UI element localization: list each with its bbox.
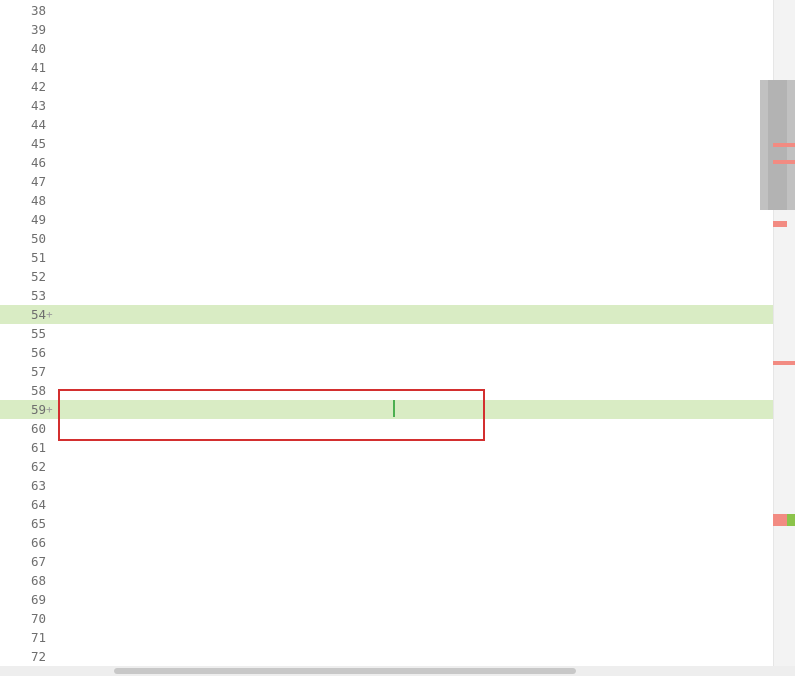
line-number: 44 xyxy=(30,117,46,132)
line-number: 38 xyxy=(30,3,46,18)
line-number: 65 xyxy=(30,516,46,531)
code-line[interactable]: 44L_PTX0x21// TPLL发送 xyxy=(0,115,773,134)
line-number: 64 xyxy=(30,497,46,512)
line-number: 45 xyxy=(30,136,46,151)
line-number: 51 xyxy=(30,250,46,265)
code-line[interactable]: 62 protection is enabled by default in S… xyxy=(0,457,773,476)
code-line[interactable]: 41_FSK_TX0x15// 通用FSK发送 xyxy=(0,58,773,77)
line-number: 48 xyxy=(30,193,46,208)
code-editor[interactable]: 38_FSK_SRX2TX0x1239_FSK_STX0x1340_FSK_ST… xyxy=(0,0,773,666)
line-number: 41 xyxy=(30,60,46,75)
code-line[interactable]: 55 xyxy=(0,324,773,343)
ruler-mark xyxy=(787,514,795,526)
line-number: 69 xyxy=(30,592,46,607)
code-line[interactable]: 70_FLASH_PROTECTION_ENABLE0 xyxy=(0,609,773,628)
line-number: 46 xyxy=(30,155,46,170)
code-line[interactable]: 50 xyxy=(0,229,773,248)
highlight-annotation-box xyxy=(58,389,485,441)
line-number: 57 xyxy=(30,364,46,379)
ruler-mark xyxy=(773,221,787,227)
code-line[interactable]: 66 more data in some other area of Flash… xyxy=(0,533,773,552)
code-line[interactable]: 38_FSK_SRX2TX0x12 xyxy=(0,1,773,20)
code-line[interactable]: 46LL_SRX0x30 xyxy=(0,153,773,172)
line-number: 56 xyxy=(30,345,46,360)
code-line[interactable]: 63should use "Unlock" command in Telink … xyxy=(0,476,773,495)
line-number: 71 xyxy=(30,630,46,645)
code-line[interactable]: 71 xyxy=(0,628,773,647)
line-number: 40 xyxy=(30,41,46,56)
ruler-mark xyxy=(773,143,795,147)
line-number: 39 xyxy=(30,22,46,37)
line-number: 54 xyxy=(30,307,46,322)
code-line[interactable]: 49LL_STX2RX0x33// TPSLL发送后接收（默认） xyxy=(0,210,773,229)
code-line[interactable]: 47LL_SRX2TX0x31 xyxy=(0,172,773,191)
code-line[interactable]: 54+T_2P4G_MODETPSLL_STX2RX//NO_TEST_2P4G xyxy=(0,305,773,324)
line-number: 66 xyxy=(30,535,46,550)
line-number: 47 xyxy=(30,174,46,189)
line-number: 61 xyxy=(30,440,46,455)
line-number: 72 xyxy=(30,649,46,664)
line-number: 42 xyxy=(30,79,46,94)
line-number: 58 xyxy=(30,383,46,398)
code-line[interactable]: 53 xyxy=(0,286,773,305)
line-number: 43 xyxy=(30,98,46,113)
line-number: 59 xyxy=(30,402,46,417)
code-line[interactable]: 52TPLL_PTX0x41 xyxy=(0,267,773,286)
code-line[interactable]: 56 xyxy=(0,343,773,362)
code-line[interactable]: 69 xyxy=(0,590,773,609)
code-line[interactable]: 65rent from sample code, for example, us… xyxy=(0,514,773,533)
code-line[interactable]: 57 Concurrent parameter settings xyxy=(0,362,773,381)
line-number: 67 xyxy=(30,554,46,569)
line-number: 63 xyxy=(30,478,46,493)
code-line[interactable]: 51TPLL_PRX0x40 xyxy=(0,248,773,267)
change-marker: + xyxy=(46,403,53,416)
code-line[interactable]: 48LL_STX0x32 xyxy=(0,191,773,210)
line-number: 70 xyxy=(30,611,46,626)
line-number: 52 xyxy=(30,269,46,284)
line-number: 49 xyxy=(30,212,46,227)
code-line[interactable]: 43L_PRX0x20// TPLL接收 xyxy=(0,96,773,115)
line-number: 62 xyxy=(30,459,46,474)
code-line[interactable]: 42 xyxy=(0,77,773,96)
code-line[interactable]: 40_FSK_STX2RX0x14 xyxy=(0,39,773,58)
change-marker: + xyxy=(46,308,53,321)
code-line[interactable]: 68iples and methods, then change and imp… xyxy=(0,571,773,590)
ruler-mark xyxy=(773,160,795,164)
line-number: 68 xyxy=(30,573,46,588)
line-number: 50 xyxy=(30,231,46,246)
code-line[interactable]: 67rectly used on user's mass production … xyxy=(0,552,773,571)
horizontal-scrollbar-thumb[interactable] xyxy=(114,668,576,674)
ruler-mark xyxy=(773,361,795,365)
code-line[interactable]: 64 protection demonstration in SDK is a … xyxy=(0,495,773,514)
code-line[interactable]: 72t check battery voltage on mass produc… xyxy=(0,647,773,666)
line-number: 60 xyxy=(30,421,46,436)
line-number: 53 xyxy=(30,288,46,303)
code-line[interactable]: 39_FSK_STX0x13 xyxy=(0,20,773,39)
horizontal-scrollbar[interactable] xyxy=(0,666,795,676)
line-number: 55 xyxy=(30,326,46,341)
code-line[interactable]: 45 xyxy=(0,134,773,153)
